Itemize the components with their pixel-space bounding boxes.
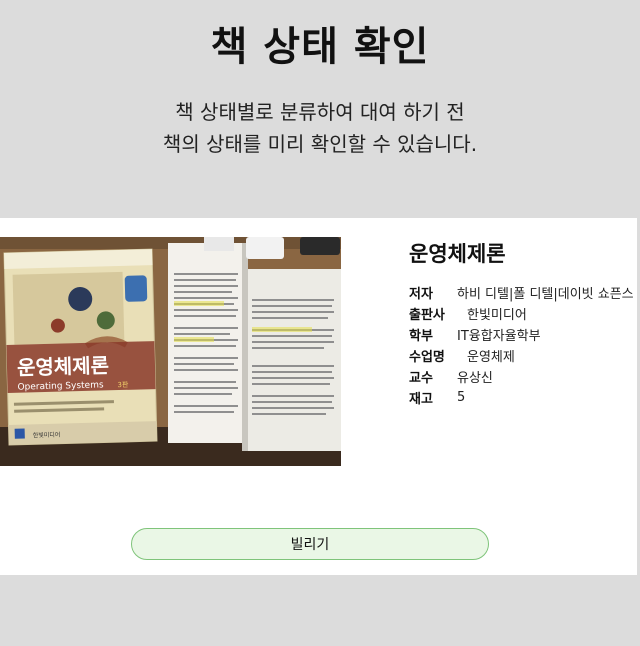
book-name: 운영체제론 [409,242,506,266]
book-card: 운영체제론 Operating Systems 3판 한빛미디어 운영체제론 저… [0,218,637,575]
detail-value: 한빛미디어 [467,308,527,323]
page-title: 책 상태 확인 [210,24,430,70]
detail-key: 수업명 [409,350,445,365]
page-subtitle: 책 상태별로 분류하여 대여 하기 전 책의 상태를 미리 확인할 수 있습니다… [0,96,640,160]
detail-row-publisher: 출판사 한빛미디어 [409,303,637,324]
detail-value: IT융합자율학부 [457,329,541,344]
detail-key: 재고 [409,392,433,407]
detail-row-course: 수업명 운영체제 [409,345,637,366]
cover-publisher-text: 한빛미디어 [33,431,61,440]
detail-key: 출판사 [409,308,445,323]
borrow-button[interactable]: 빌리기 [131,528,489,560]
detail-value: 5 [457,390,466,405]
detail-key: 교수 [409,371,433,386]
detail-key: 학부 [409,329,433,344]
detail-row-department: 학부 IT융합자율학부 [409,324,637,345]
subtitle-line-2: 책의 상태를 미리 확인할 수 있습니다. [162,132,478,156]
book-info: 운영체제론 저자 하비 디텔|폴 디텔|데이빗 쇼픈스 출판사 한빛미디어 학부… [409,238,637,408]
detail-value: 유상신 [457,371,493,386]
detail-row-professor: 교수 유상신 [409,366,637,387]
detail-key: 저자 [409,287,433,302]
detail-row-stock: 재고 5 [409,387,637,408]
detail-value: 운영체제 [467,350,515,365]
cover-title-text: 운영체제론 [17,353,110,379]
book-condition-photo: 운영체제론 Operating Systems 3판 한빛미디어 [0,237,341,466]
cover-edition-text: 3판 [117,380,129,389]
detail-value: 하비 디텔|폴 디텔|데이빗 쇼픈스 [457,287,634,302]
subtitle-line-1: 책 상태별로 분류하여 대여 하기 전 [175,100,465,124]
detail-row-author: 저자 하비 디텔|폴 디텔|데이빗 쇼픈스 [409,282,637,303]
